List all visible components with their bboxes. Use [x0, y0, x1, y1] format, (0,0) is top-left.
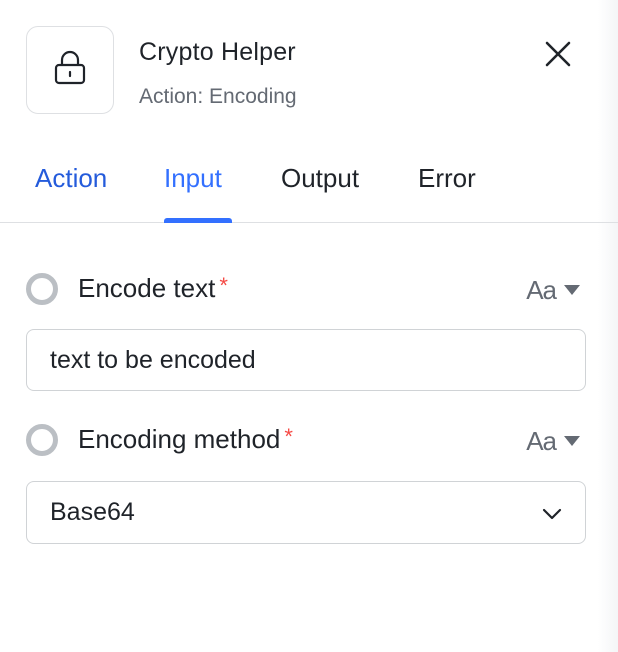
tab-error[interactable]: Error — [418, 163, 476, 194]
encoding-method-value: Base64 — [50, 498, 135, 526]
tab-input[interactable]: Input — [164, 163, 222, 194]
tab-action[interactable]: Action — [35, 163, 107, 194]
text-type-icon: Aa — [526, 426, 557, 456]
caret-down-icon — [564, 282, 580, 300]
panel-edge-shade — [598, 0, 618, 652]
caret-down-icon — [564, 433, 580, 451]
encoding-method-radio[interactable] — [26, 424, 58, 456]
close-icon — [545, 41, 571, 72]
encoding-method-label-text: Encoding method — [78, 424, 281, 454]
encoding-method-field-row: Encoding method * Aa — [26, 422, 586, 458]
active-tab-indicator — [164, 218, 232, 223]
encode-text-type-toggle[interactable]: Aa — [526, 275, 580, 306]
encoding-method-type-toggle[interactable]: Aa — [526, 426, 580, 457]
text-type-icon: Aa — [526, 275, 557, 305]
chevron-down-icon — [542, 498, 562, 527]
encode-text-label-text: Encode text — [78, 273, 216, 303]
encode-text-input[interactable]: text to be encoded — [26, 329, 586, 391]
required-mark: * — [284, 424, 293, 449]
close-button[interactable] — [540, 38, 576, 74]
tab-output[interactable]: Output — [281, 163, 359, 194]
encode-text-radio[interactable] — [26, 273, 58, 305]
encode-text-field-row: Encode text * Aa — [26, 271, 586, 307]
encoding-method-label: Encoding method * — [78, 424, 293, 455]
lock-icon — [51, 49, 89, 92]
encode-text-label: Encode text * — [78, 273, 228, 304]
app-icon-box — [26, 26, 114, 114]
node-config-panel: Crypto Helper Action: Encoding Action In… — [0, 0, 618, 652]
required-mark: * — [219, 273, 228, 298]
encoding-method-select[interactable]: Base64 — [26, 481, 586, 544]
encode-text-value: text to be encoded — [50, 345, 256, 374]
tab-bar: Action Input Output Error — [0, 150, 618, 223]
panel-title: Crypto Helper — [139, 38, 296, 66]
panel-subtitle: Action: Encoding — [139, 85, 297, 108]
